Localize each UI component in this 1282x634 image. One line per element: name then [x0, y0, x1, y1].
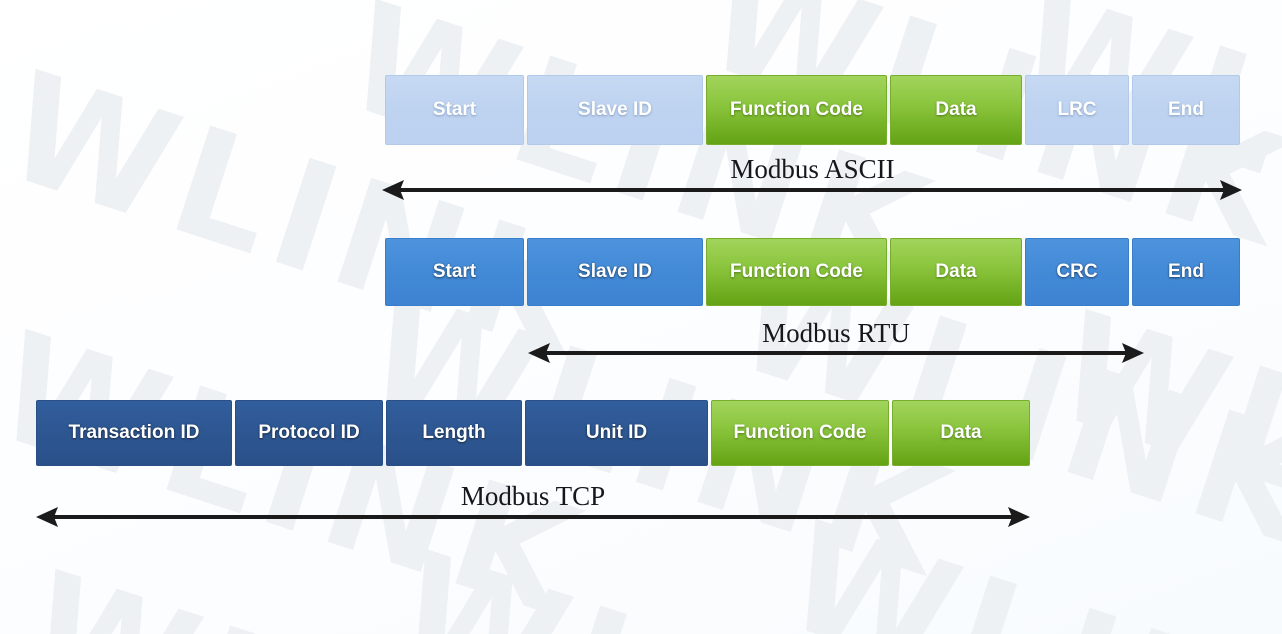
tcp-field-unit-id[interactable]: Unit ID — [525, 400, 708, 466]
tcp-field-transaction-id[interactable]: Transaction ID — [36, 400, 232, 466]
modbus-ascii-frame-row: Start Slave ID Function Code Data LRC En… — [385, 75, 1240, 145]
ascii-field-function-code-label: Function Code — [730, 99, 863, 120]
tcp-field-length[interactable]: Length — [386, 400, 522, 466]
rtu-field-slave-id-label: Slave ID — [578, 261, 652, 282]
rtu-field-start-label: Start — [432, 261, 477, 282]
ascii-field-slave-id-label: Slave ID — [578, 99, 652, 120]
ascii-field-data-label: Data — [935, 99, 977, 120]
rtu-field-data[interactable]: Data — [890, 238, 1022, 306]
ascii-field-end-label: End — [1168, 99, 1204, 120]
modbus-tcp-frame-row: Transaction ID Protocol ID Length Unit I… — [36, 400, 1030, 466]
tcp-field-function-code-label: Function Code — [733, 422, 867, 443]
modbus-tcp-span-arrow — [36, 505, 1030, 529]
watermark-text: WLINK — [6, 540, 634, 634]
tcp-field-length-label: Length — [422, 422, 486, 443]
ascii-field-function-code[interactable]: Function Code — [706, 75, 887, 145]
modbus-rtu-span-arrow — [528, 341, 1144, 365]
rtu-field-function-code-label: Function Code — [730, 261, 863, 282]
rtu-field-start[interactable]: Start — [385, 238, 524, 306]
ascii-field-lrc-label: LRC — [1057, 99, 1097, 120]
rtu-field-crc-label: CRC — [1056, 261, 1098, 282]
tcp-field-unit-id-label: Unit ID — [585, 422, 648, 443]
rtu-field-end-label: End — [1168, 261, 1204, 282]
tcp-field-data-label: Data — [940, 422, 982, 443]
ascii-field-lrc[interactable]: LRC — [1025, 75, 1129, 145]
ascii-field-data[interactable]: Data — [890, 75, 1022, 145]
tcp-field-data[interactable]: Data — [892, 400, 1030, 466]
ascii-field-start[interactable]: Start — [385, 75, 524, 145]
modbus-ascii-span-arrow — [382, 178, 1242, 202]
tcp-field-protocol-id-label: Protocol ID — [258, 422, 360, 443]
ascii-field-end[interactable]: End — [1132, 75, 1240, 145]
rtu-field-function-code[interactable]: Function Code — [706, 238, 887, 306]
watermark-text: WLINK — [376, 520, 1004, 634]
modbus-rtu-frame-row: Start Slave ID Function Code Data CRC En… — [385, 238, 1240, 306]
watermark-text: WLINK — [0, 300, 605, 634]
ascii-field-slave-id[interactable]: Slave ID — [527, 75, 703, 145]
rtu-field-end[interactable]: End — [1132, 238, 1240, 306]
rtu-field-crc[interactable]: CRC — [1025, 238, 1129, 306]
ascii-field-start-label: Start — [432, 99, 477, 120]
rtu-field-slave-id[interactable]: Slave ID — [527, 238, 703, 306]
rtu-field-data-label: Data — [935, 261, 977, 282]
tcp-field-function-code[interactable]: Function Code — [711, 400, 889, 466]
modbus-frame-diagram: WLINK WLINK WLINK WLINK WLINK WLINK WLIN… — [0, 0, 1282, 634]
tcp-field-protocol-id[interactable]: Protocol ID — [235, 400, 383, 466]
tcp-field-transaction-id-label: Transaction ID — [68, 422, 200, 443]
